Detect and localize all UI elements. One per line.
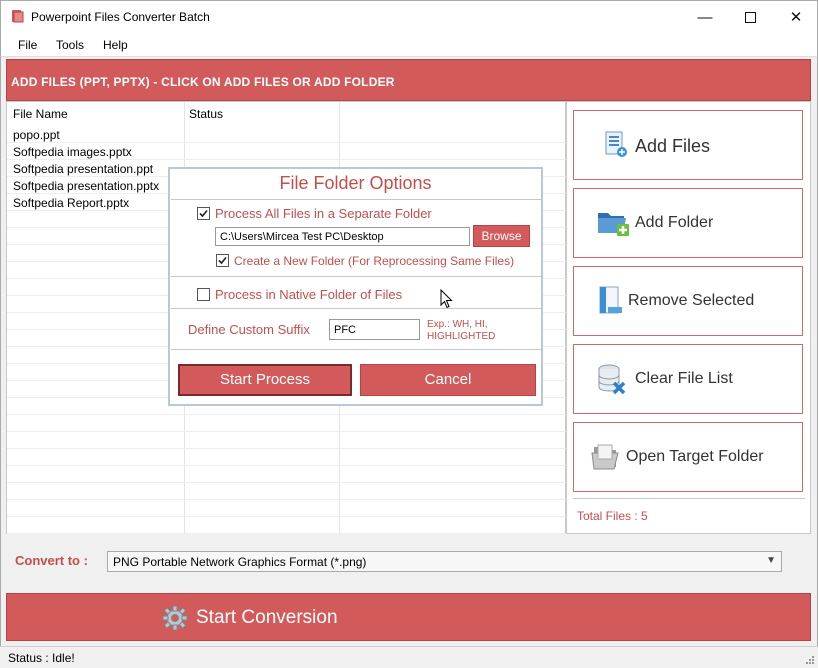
close-icon: ✕	[789, 9, 803, 26]
maximize-icon	[744, 11, 756, 23]
start-conversion-label: Start Conversion	[196, 607, 338, 628]
window-title: Powerpoint Files Converter Batch	[31, 10, 210, 24]
table-row	[7, 517, 567, 534]
create-new-folder-checkbox[interactable]	[216, 254, 229, 267]
suffix-hint-line: HIGHLIGHTED	[427, 331, 496, 342]
add-folder-label: Add Folder	[635, 214, 714, 231]
separate-folder-checkbox[interactable]	[197, 207, 210, 220]
start-conversion-button[interactable]: Start Conversion	[6, 593, 811, 641]
table-row	[7, 432, 567, 449]
browse-button[interactable]: Browse	[473, 225, 530, 247]
close-button[interactable]: ✕	[773, 1, 818, 33]
column-header-status[interactable]: Status	[189, 107, 223, 121]
native-folder-checkbox[interactable]	[197, 288, 210, 301]
total-files-label: Total Files : 5	[573, 498, 805, 523]
status-bar: Status : Idle!	[0, 646, 818, 668]
table-row	[7, 466, 567, 483]
maximize-button[interactable]	[727, 1, 773, 33]
add-files-icon	[605, 131, 627, 157]
title-bar: Powerpoint Files Converter Batch — ✕	[0, 0, 818, 32]
cancel-button[interactable]: Cancel	[360, 364, 536, 396]
divider	[171, 349, 541, 350]
suffix-hint: Exp.: WH, HI, HIGHLIGHTED	[427, 319, 495, 343]
add-files-label: Add Files	[635, 136, 711, 156]
start-process-button[interactable]: Start Process	[178, 364, 352, 396]
add-folder-icon	[598, 213, 629, 236]
output-path-value: C:\Users\Mircea Test PC\Desktop	[220, 231, 384, 243]
custom-suffix-label: Define Custom Suffix	[188, 322, 310, 337]
minimize-button[interactable]: —	[682, 1, 728, 33]
file-name-cell: popo.ppt	[13, 128, 60, 142]
clear-file-list-label: Clear File List	[635, 370, 733, 387]
open-target-folder-label: Open Target Folder	[626, 448, 764, 465]
menu-help[interactable]: Help	[103, 38, 128, 52]
dialog-title: File Folder Options	[279, 173, 432, 193]
table-row[interactable]: Softpedia images.pptx	[7, 143, 567, 160]
action-sidebar: Add Files Add Folder Remove Selected Cle…	[566, 101, 811, 534]
open-folder-icon	[591, 444, 619, 470]
output-format-select[interactable]: PNG Portable Network Graphics Format (*.…	[107, 551, 782, 572]
table-row	[7, 500, 567, 517]
resize-grip-icon[interactable]	[804, 654, 814, 664]
remove-file-icon	[599, 286, 622, 314]
create-new-folder-label[interactable]: Create a New Folder (For Reprocessing Sa…	[234, 254, 514, 268]
output-path-field[interactable]: C:\Users\Mircea Test PC\Desktop	[215, 227, 470, 246]
open-target-folder-button[interactable]: Open Target Folder	[573, 422, 803, 492]
add-files-button[interactable]: Add Files	[573, 110, 803, 180]
file-name-cell: Softpedia presentation.pptx	[13, 179, 160, 193]
file-name-cell: Softpedia Report.pptx	[13, 196, 130, 210]
divider	[171, 308, 541, 309]
app-icon	[12, 10, 24, 23]
checkmark-icon	[218, 256, 227, 265]
table-row	[7, 449, 567, 466]
remove-selected-button[interactable]: Remove Selected	[573, 266, 803, 336]
gear-icon	[162, 605, 188, 631]
table-row[interactable]: popo.ppt	[7, 126, 567, 143]
menu-tools[interactable]: Tools	[56, 38, 84, 52]
menu-bar: File Tools Help	[0, 32, 818, 56]
table-row	[7, 483, 567, 500]
divider	[171, 276, 541, 277]
separate-folder-label[interactable]: Process All Files in a Separate Folder	[215, 206, 432, 221]
checkmark-icon	[199, 209, 208, 218]
clear-file-list-button[interactable]: Clear File List	[573, 344, 803, 414]
add-folder-button[interactable]: Add Folder	[573, 188, 803, 258]
convert-to-label: Convert to :	[15, 553, 88, 568]
file-folder-options-dialog: File Folder Options Process All Files in…	[168, 167, 543, 406]
table-row	[7, 415, 567, 432]
native-folder-label[interactable]: Process in Native Folder of Files	[215, 287, 402, 302]
status-text: Status : Idle!	[8, 651, 75, 665]
column-header-file-name[interactable]: File Name	[13, 107, 68, 121]
clear-list-icon	[598, 364, 626, 395]
custom-suffix-input[interactable]: PFC	[329, 319, 420, 340]
convert-row: Convert to : PNG Portable Network Graphi…	[6, 540, 811, 585]
output-format-value: PNG Portable Network Graphics Format (*.…	[113, 555, 367, 569]
add-files-header: ADD FILES (PPT, PPTX) - CLICK ON ADD FIL…	[6, 59, 811, 101]
divider	[171, 199, 541, 200]
file-name-cell: Softpedia presentation.ppt	[13, 162, 154, 176]
suffix-hint-line: Exp.: WH, HI,	[427, 319, 488, 330]
file-name-cell: Softpedia images.pptx	[13, 145, 132, 159]
remove-selected-label: Remove Selected	[628, 292, 755, 309]
minimize-icon: —	[697, 8, 713, 26]
menu-file[interactable]: File	[18, 38, 37, 52]
mouse-cursor-icon	[440, 289, 453, 309]
custom-suffix-value: PFC	[334, 324, 356, 336]
header-text: ADD FILES (PPT, PPTX) - CLICK ON ADD FIL…	[11, 75, 395, 89]
chevron-down-icon: ▼	[766, 555, 776, 566]
